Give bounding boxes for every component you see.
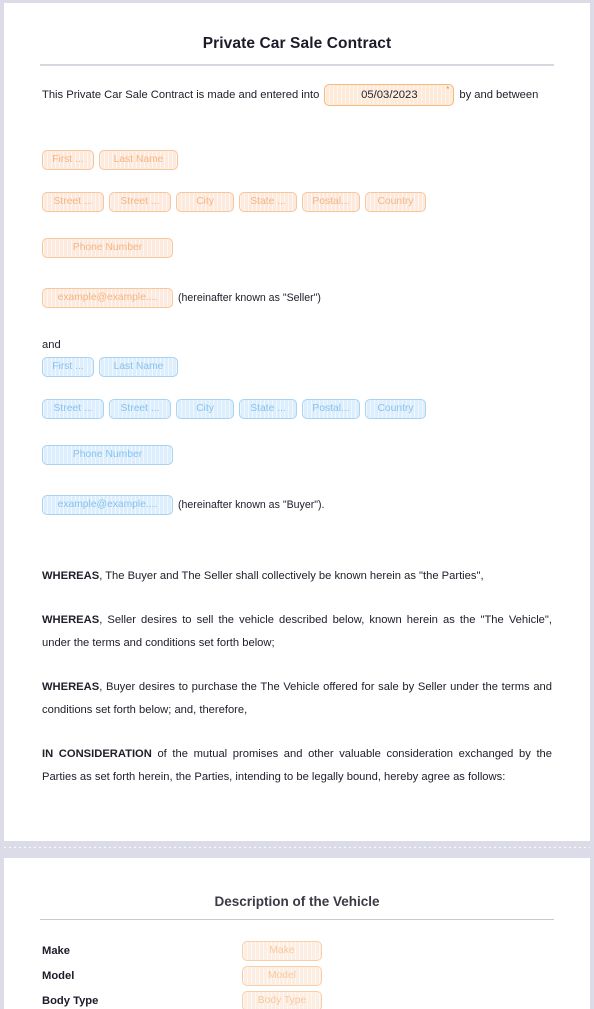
seller-country-input[interactable]: Country	[365, 192, 426, 212]
and-connector-label: and	[42, 339, 61, 351]
buyer-designation-note: (hereinafter known as "Buyer").	[178, 499, 325, 511]
buyer-state-input[interactable]: State ...	[239, 399, 297, 419]
vehicle-section-title: Description of the Vehicle	[214, 894, 380, 909]
table-row: Make Make	[42, 938, 552, 963]
document-page-1: Private Car Sale Contract This Private C…	[4, 3, 590, 841]
recital-text-2: , Seller desires to sell the vehicle des…	[42, 614, 552, 649]
buyer-email-row: example@example.... (hereinafter known a…	[42, 495, 552, 515]
seller-state-input[interactable]: State ...	[239, 192, 297, 212]
vehicle-model-label: Model	[42, 969, 75, 982]
seller-last-name-input[interactable]: Last Name	[99, 150, 178, 170]
contract-intro-line: This Private Car Sale Contract is made a…	[42, 84, 552, 106]
page-separator-dashes	[4, 847, 590, 848]
recital-text-3: , Buyer desires to purchase the The Vehi…	[42, 681, 552, 716]
seller-city-input[interactable]: City	[176, 192, 234, 212]
recital-lead-2: WHEREAS	[42, 614, 100, 626]
buyer-last-name-input[interactable]: Last Name	[99, 357, 178, 377]
vehicle-section-divider	[40, 919, 554, 920]
vehicle-body-type-label: Body Type	[42, 994, 99, 1007]
seller-postal-input[interactable]: Postal...	[302, 192, 360, 212]
document-page-2: Description of the Vehicle Make Make Mod…	[4, 858, 590, 1009]
seller-designation-note: (hereinafter known as "Seller")	[178, 292, 321, 304]
seller-street2-input[interactable]: Street ...	[109, 192, 171, 212]
required-asterisk-icon: *	[446, 85, 450, 94]
vehicle-description-table: Make Make Model Model Body Type Body Typ…	[4, 938, 590, 1009]
vehicle-make-label: Make	[42, 944, 70, 957]
recital-paragraph-4: IN CONSIDERATION of the mutual promises …	[42, 743, 552, 789]
buyer-phone-row: Phone Number	[42, 445, 552, 465]
recital-paragraph-1: WHEREAS, The Buyer and The Seller shall …	[42, 565, 552, 588]
buyer-street2-input[interactable]: Street ...	[109, 399, 171, 419]
seller-email-row: example@example.... (hereinafter known a…	[42, 288, 552, 308]
buyer-phone-input[interactable]: Phone Number	[42, 445, 173, 465]
buyer-postal-input[interactable]: Postal...	[302, 399, 360, 419]
table-row: Body Type Body Type	[42, 988, 552, 1009]
page-separator	[0, 841, 594, 858]
document-viewport: Private Car Sale Contract This Private C…	[0, 0, 594, 1009]
vehicle-body-type-input[interactable]: Body Type	[242, 990, 322, 1009]
vehicle-make-input[interactable]: Make	[242, 940, 322, 961]
contract-intro-suffix: by and between	[459, 88, 539, 101]
seller-address-row: Street ... Street ... City State ... Pos…	[42, 192, 552, 212]
contract-intro-prefix: This Private Car Sale Contract is made a…	[42, 88, 320, 101]
recital-paragraph-3: WHEREAS, Buyer desires to purchase the T…	[42, 676, 552, 722]
page-title: Private Car Sale Contract	[202, 35, 392, 52]
buyer-address-row: Street ... Street ... City State ... Pos…	[42, 399, 552, 419]
buyer-country-input[interactable]: Country	[365, 399, 426, 419]
buyer-first-name-input[interactable]: First ...	[42, 357, 94, 377]
recital-lead-1: WHEREAS	[42, 570, 100, 582]
contract-date-input[interactable]: 05/03/2023 *	[324, 84, 455, 106]
vehicle-model-input[interactable]: Model	[242, 965, 322, 986]
title-divider	[40, 64, 554, 66]
recital-lead-3: WHEREAS	[42, 681, 100, 693]
seller-email-input[interactable]: example@example....	[42, 288, 173, 308]
contract-date-value: 05/03/2023	[361, 89, 418, 101]
buyer-email-input[interactable]: example@example....	[42, 495, 173, 515]
buyer-name-row: First ... Last Name	[42, 357, 552, 377]
recital-text-1: , The Buyer and The Seller shall collect…	[99, 570, 484, 582]
seller-phone-row: Phone Number	[42, 238, 552, 258]
seller-first-name-input[interactable]: First ...	[42, 150, 94, 170]
recital-lead-4: IN CONSIDERATION	[42, 748, 152, 760]
seller-phone-input[interactable]: Phone Number	[42, 238, 173, 258]
seller-street1-input[interactable]: Street ...	[42, 192, 104, 212]
buyer-city-input[interactable]: City	[176, 399, 234, 419]
buyer-street1-input[interactable]: Street ...	[42, 399, 104, 419]
recital-paragraph-2: WHEREAS, Seller desires to sell the vehi…	[42, 609, 552, 655]
seller-name-row: First ... Last Name	[42, 150, 552, 170]
table-row: Model Model	[42, 963, 552, 988]
